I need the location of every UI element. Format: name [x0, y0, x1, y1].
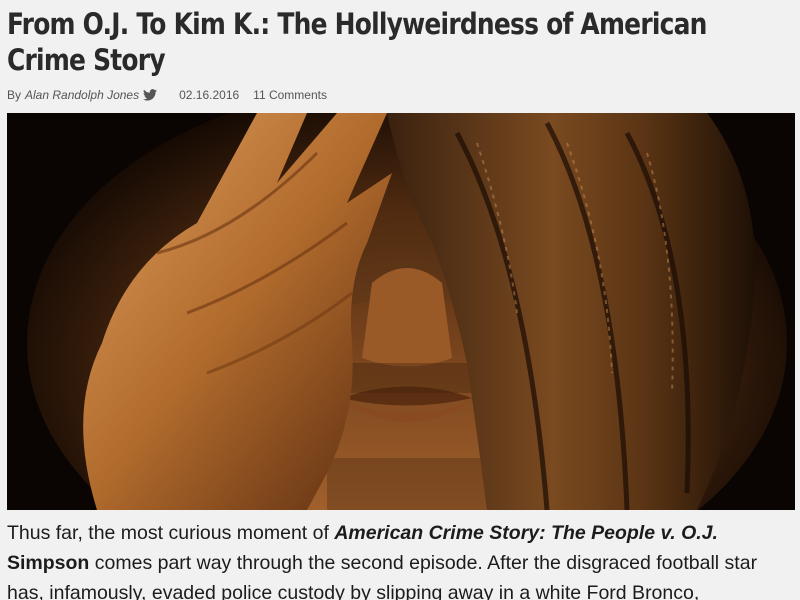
article-paragraph: Thus far, the most curious moment of Ame…	[7, 518, 797, 600]
paragraph-intro: Thus far, the most curious moment of	[7, 522, 335, 544]
article-title: From O.J. To Kim K.: The Hollyweirdness …	[7, 7, 707, 77]
author-link[interactable]: Alan Randolph Jones	[25, 88, 139, 102]
twitter-icon[interactable]	[143, 89, 158, 101]
hero-image	[7, 113, 795, 510]
byline: By Alan Randolph Jones 02.16.2016 11 Com…	[7, 88, 327, 102]
paragraph-body: comes part way through the second episod…	[7, 552, 758, 600]
byline-prefix: By	[7, 88, 22, 102]
publish-date: 02.16.2016	[179, 88, 240, 102]
article-page: From O.J. To Kim K.: The Hollyweirdness …	[0, 0, 800, 600]
show-title-name: Simpson	[7, 552, 90, 574]
show-title: American Crime Story: The People v. O.J.	[334, 522, 718, 544]
comments-link[interactable]: 11 Comments	[253, 88, 327, 102]
